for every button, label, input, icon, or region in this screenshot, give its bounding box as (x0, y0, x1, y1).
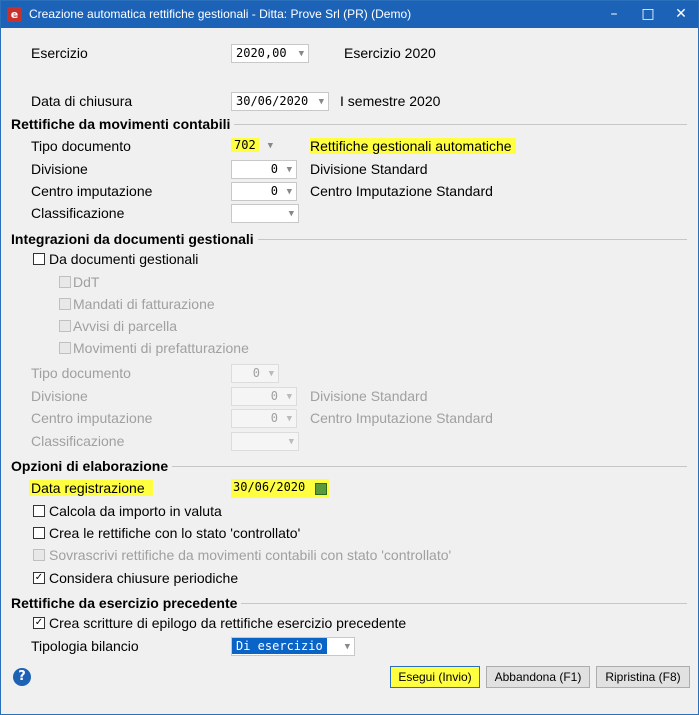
int-centro-value: 0 (270, 411, 278, 425)
sovrascrivi-label: Sovrascrivi rettifiche da movimenti cont… (49, 547, 452, 563)
calcola-label: Calcola da importo in valuta (49, 503, 222, 519)
chevron-down-icon: ▼ (267, 141, 273, 151)
help-icon[interactable]: ? (13, 668, 31, 686)
chevron-down-icon: ▼ (288, 437, 294, 447)
chiusura-combo[interactable]: 30/06/2020 ▼ (231, 92, 329, 111)
int-tipo-doc-value: 0 (252, 366, 260, 380)
classificazione-combo[interactable]: ▼ (231, 204, 299, 223)
int-divisione-label: Divisione (31, 388, 88, 404)
sovrascrivi-checkbox[interactable] (33, 549, 45, 561)
chevron-down-icon: ▼ (286, 414, 292, 424)
abbandona-button[interactable]: Abbandona (F1) (486, 666, 590, 688)
da-documenti-label: Da documenti gestionali (49, 251, 199, 267)
divisione-combo[interactable]: 0 ▼ (231, 160, 297, 179)
calcola-checkbox[interactable] (33, 505, 45, 517)
int-centro-desc: Centro Imputazione Standard (310, 410, 493, 426)
section-movimenti: Rettifiche da movimenti contabili (11, 116, 687, 132)
tipologia-combo[interactable]: Di esercizio ▼ (231, 637, 355, 656)
maximize-button[interactable]: □ (631, 1, 665, 28)
crea-epilogo-checkbox[interactable]: ✓ (33, 617, 45, 629)
centro-label: Centro imputazione (31, 183, 153, 199)
data-reg-label: Data registrazione (29, 480, 153, 496)
int-centro-label: Centro imputazione (31, 410, 153, 426)
section-integrazioni-title: Integrazioni da documenti gestionali (11, 231, 258, 247)
chevron-down-icon: ▼ (298, 49, 304, 59)
chiusura-label: Data di chiusura (31, 93, 133, 109)
divisione-desc: Divisione Standard (310, 161, 428, 177)
int-divisione-desc: Divisione Standard (310, 388, 428, 404)
section-opzioni: Opzioni di elaborazione (11, 458, 687, 474)
section-precedente: Rettifiche da esercizio precedente (11, 595, 687, 611)
ddt-label: DdT (73, 274, 100, 290)
checkmark-icon: ✓ (34, 572, 44, 583)
chiusura-value: 30/06/2020 (236, 94, 309, 108)
section-opzioni-title: Opzioni di elaborazione (11, 458, 173, 474)
title-bar[interactable]: e Creazione automatica rettifiche gestio… (1, 1, 698, 28)
form-content: Esercizio 2020,00 ▼ Esercizio 2020 Data … (1, 28, 698, 714)
divisione-label: Divisione (31, 161, 88, 177)
esegui-button[interactable]: Esegui (Invio) (390, 666, 480, 688)
section-movimenti-title: Rettifiche da movimenti contabili (11, 116, 235, 132)
section-precedente-title: Rettifiche da esercizio precedente (11, 595, 242, 611)
tipo-doc-value: 702 (231, 138, 259, 152)
chevron-down-icon: ▼ (268, 369, 274, 379)
calendar-icon[interactable] (315, 483, 327, 495)
crea-controllato-checkbox[interactable] (33, 527, 45, 539)
centro-desc: Centro Imputazione Standard (310, 183, 493, 199)
chevron-down-icon: ▼ (286, 165, 292, 175)
esercizio-label: Esercizio (31, 45, 88, 61)
esercizio-combo[interactable]: 2020,00 ▼ (231, 44, 309, 63)
int-tipo-doc-combo[interactable]: 0 ▼ (231, 364, 279, 383)
crea-controllato-label: Crea le rettifiche con lo stato 'control… (49, 525, 301, 541)
chiusura-desc: I semestre 2020 (340, 93, 441, 109)
chevron-down-icon: ▼ (286, 187, 292, 197)
data-reg-value: 30/06/2020 (233, 480, 306, 494)
checkmark-icon: ✓ (34, 617, 44, 628)
tipo-doc-desc: Rettifiche gestionali automatiche (310, 138, 516, 154)
int-centro-combo[interactable]: 0 ▼ (231, 409, 297, 428)
int-classificazione-combo[interactable]: ▼ (231, 432, 299, 451)
crea-epilogo-label: Crea scritture di epilogo da rettifiche … (49, 615, 407, 631)
divisione-value: 0 (270, 162, 278, 176)
window-title: Creazione automatica rettifiche gestiona… (29, 7, 412, 21)
chevron-down-icon: ▼ (286, 392, 292, 402)
considera-checkbox[interactable]: ✓ (33, 572, 45, 584)
ripristina-button[interactable]: Ripristina (F8) (596, 666, 690, 688)
centro-value: 0 (270, 184, 278, 198)
close-button[interactable]: ✕ (664, 1, 698, 28)
int-tipo-doc-label: Tipo documento (31, 365, 131, 381)
tipo-doc-combo[interactable]: 702 ▼ (231, 137, 287, 156)
considera-label: Considera chiusure periodiche (49, 570, 239, 586)
int-classificazione-label: Classificazione (31, 433, 125, 449)
prefatt-label: Movimenti di prefatturazione (73, 340, 249, 356)
mandati-label: Mandati di fatturazione (73, 296, 215, 312)
int-divisione-combo[interactable]: 0 ▼ (231, 387, 297, 406)
tipo-doc-label: Tipo documento (31, 138, 131, 154)
avvisi-checkbox[interactable] (59, 320, 71, 332)
chevron-down-icon: ▼ (318, 97, 324, 107)
avvisi-label: Avvisi di parcella (73, 318, 178, 334)
app-logo-icon: e (7, 7, 22, 22)
chevron-down-icon: ▼ (288, 209, 294, 219)
tipologia-value: Di esercizio (232, 638, 327, 654)
minimize-button[interactable]: – (597, 1, 631, 28)
dialog-window: e Creazione automatica rettifiche gestio… (0, 0, 699, 715)
ddt-checkbox[interactable] (59, 276, 71, 288)
centro-combo[interactable]: 0 ▼ (231, 182, 297, 201)
int-divisione-value: 0 (270, 389, 278, 403)
chevron-down-icon: ▼ (344, 642, 350, 652)
tipologia-label: Tipologia bilancio (31, 638, 139, 654)
prefatt-checkbox[interactable] (59, 342, 71, 354)
esercizio-desc: Esercizio 2020 (344, 45, 436, 61)
esercizio-value: 2020,00 (236, 46, 287, 60)
classificazione-label: Classificazione (31, 205, 125, 221)
section-integrazioni: Integrazioni da documenti gestionali (11, 231, 687, 247)
mandati-checkbox[interactable] (59, 298, 71, 310)
da-documenti-checkbox[interactable] (33, 253, 45, 265)
